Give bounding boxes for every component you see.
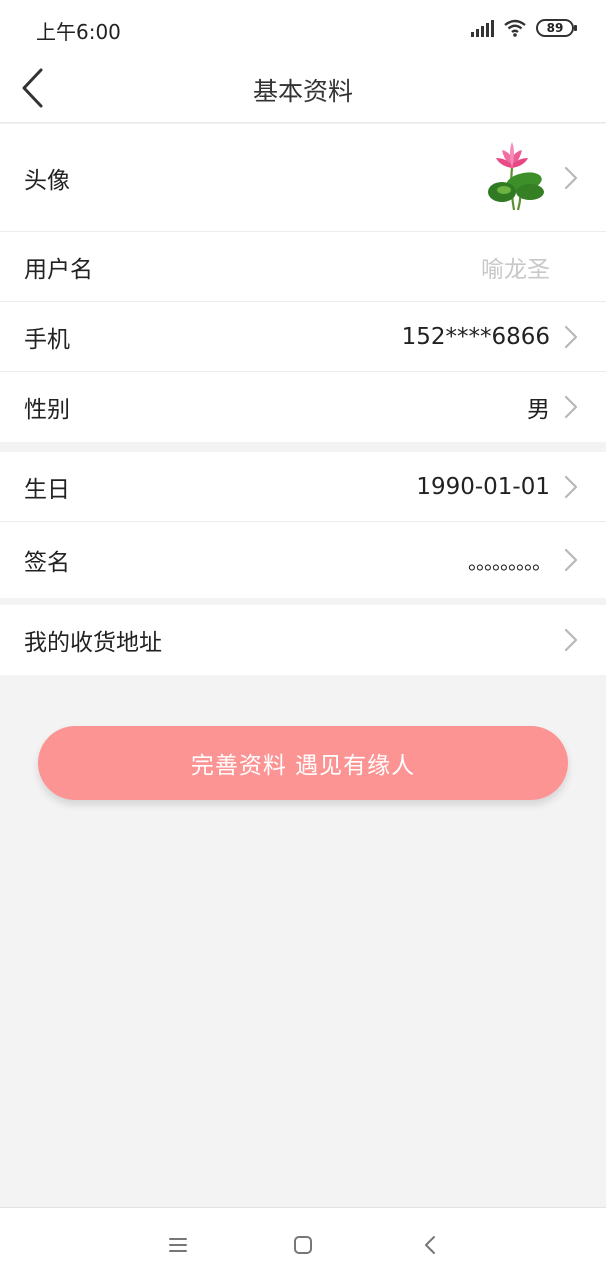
- signature-label: 签名: [24, 550, 70, 576]
- chevron-right-icon: [562, 475, 580, 499]
- menu-icon[interactable]: [165, 1232, 191, 1258]
- profile-group-extra: 生日 1990-01-01 签名 。。。。。。。。。: [0, 452, 606, 598]
- page-title: 基本资料: [252, 77, 353, 106]
- username-value: 喻龙圣: [481, 256, 550, 283]
- system-nav-bar: [0, 1207, 606, 1280]
- phone-value: 152****6866: [401, 323, 550, 350]
- top-navbar: 基本资料: [0, 56, 606, 123]
- status-bar: 上午6:00 89: [0, 0, 606, 56]
- chevron-right-icon: [562, 395, 580, 419]
- address-label: 我的收货地址: [24, 630, 162, 656]
- battery-icon: 89: [536, 19, 577, 37]
- signature-row[interactable]: 签名 。。。。。。。。。: [0, 522, 606, 598]
- birthday-value: 1990-01-01: [416, 473, 550, 500]
- avatar-label: 头像: [24, 167, 70, 194]
- complete-profile-button[interactable]: 完善资料 遇见有缘人: [38, 726, 568, 800]
- wifi-icon: [504, 19, 526, 37]
- status-time: 上午6:00: [36, 20, 121, 44]
- chevron-right-icon: [562, 325, 580, 349]
- gender-value: 男: [527, 397, 550, 423]
- birthday-label: 生日: [24, 476, 70, 503]
- phone-row[interactable]: 手机 152****6866: [0, 302, 606, 372]
- phone-label: 手机: [24, 326, 70, 353]
- address-row[interactable]: 我的收货地址: [0, 605, 606, 675]
- avatar-row[interactable]: 头像: [0, 124, 606, 232]
- home-icon[interactable]: [290, 1232, 316, 1258]
- gender-label: 性别: [24, 397, 70, 423]
- chevron-right-icon: [562, 628, 580, 652]
- signal-icon: [471, 19, 494, 37]
- chevron-right-icon: [562, 166, 580, 190]
- chevron-right-icon: [562, 548, 580, 572]
- birthday-row[interactable]: 生日 1990-01-01: [0, 452, 606, 522]
- avatar[interactable]: [480, 138, 552, 214]
- back-icon[interactable]: [417, 1232, 443, 1258]
- username-row: 用户名 喻龙圣: [0, 232, 606, 302]
- status-icons: 89: [471, 17, 577, 39]
- signature-value: 。。。。。。。。。: [468, 549, 552, 574]
- profile-group-address: 我的收货地址: [0, 605, 606, 675]
- gender-row[interactable]: 性别 男: [0, 372, 606, 442]
- profile-group-basic: 头像 用户名 喻龙圣 手机 152****6866 性别 男: [0, 124, 606, 442]
- username-label: 用户名: [24, 256, 93, 283]
